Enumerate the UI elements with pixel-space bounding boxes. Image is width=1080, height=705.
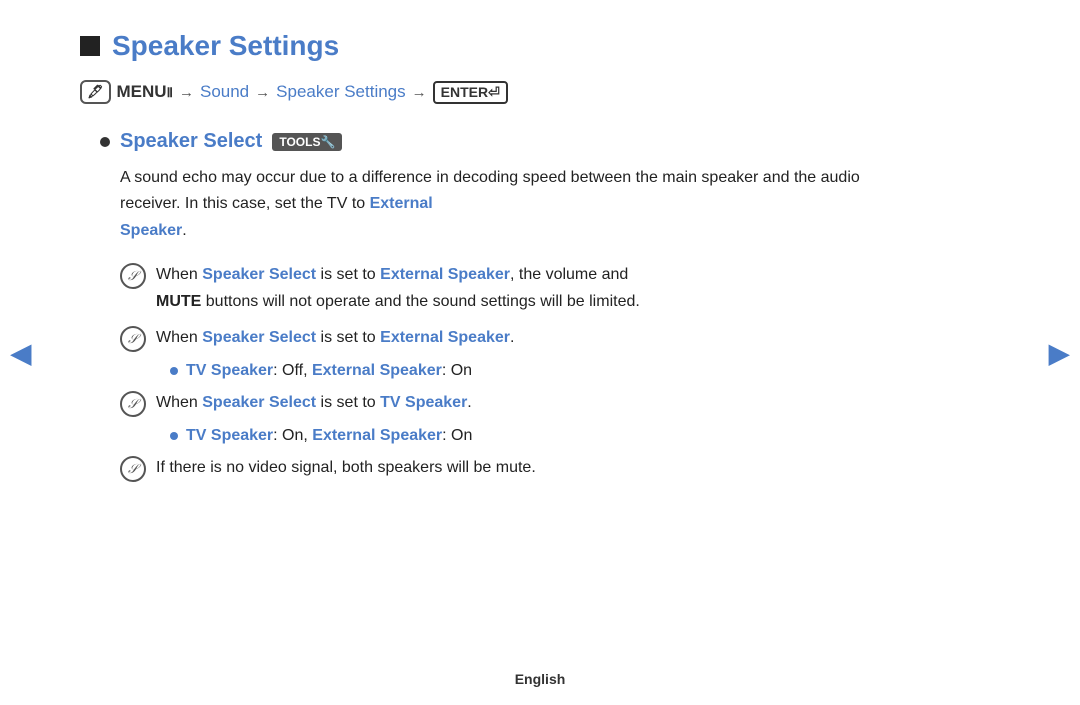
note-icon-1: 𝒮 xyxy=(120,263,146,289)
arrow1: → xyxy=(179,84,194,101)
note-icon-3: 𝒮 xyxy=(120,391,146,417)
note3-speaker-select: Speaker Select xyxy=(202,394,316,411)
note-text-1: When Speaker Select is set to External S… xyxy=(156,262,640,315)
sub-dot-2 xyxy=(170,432,178,440)
desc-blue2: Speaker xyxy=(120,222,182,239)
note-item-1: 𝒮 When Speaker Select is set to External… xyxy=(100,262,1000,315)
ext-speaker-1: External Speaker xyxy=(312,362,442,379)
desc-end: . xyxy=(182,222,186,239)
breadcrumb: 🖋 MENUⅡ → Sound → Speaker Settings → ENT… xyxy=(80,80,1000,104)
tools-badge: TOOLS🔧 xyxy=(272,133,342,151)
arrow3: → xyxy=(412,84,427,101)
section-title: Speaker Select xyxy=(120,130,262,153)
breadcrumb-sound: Sound xyxy=(200,82,249,102)
sub-text-1: TV Speaker: Off, External Speaker: On xyxy=(186,362,472,380)
desc-part1: A sound echo may occur due to a differen… xyxy=(120,169,860,212)
note-icon-2: 𝒮 xyxy=(120,326,146,352)
section-icon xyxy=(80,36,100,56)
note2-external-speaker: External Speaker xyxy=(380,329,510,346)
sub-bullet-2: TV Speaker: On, External Speaker: On xyxy=(100,427,1000,445)
note-item-3: 𝒮 When Speaker Select is set to TV Speak… xyxy=(100,390,1000,417)
note-item-2: 𝒮 When Speaker Select is set to External… xyxy=(100,325,1000,352)
desc-blue1: External xyxy=(370,195,433,212)
tv-speaker-1: TV Speaker xyxy=(186,362,273,379)
description-text: A sound echo may occur due to a differen… xyxy=(100,165,920,244)
menu-icon: 🖋 xyxy=(80,80,111,104)
sub-text-2: TV Speaker: On, External Speaker: On xyxy=(186,427,472,445)
note-icon-4: 𝒮 xyxy=(120,456,146,482)
enter-label: ENTER xyxy=(441,84,488,100)
note1-mute: MUTE xyxy=(156,293,201,310)
nav-arrow-right[interactable]: ▶ xyxy=(1048,336,1070,369)
title-row: Speaker Settings xyxy=(80,30,1000,62)
enter-icon: ENTER⏎ xyxy=(433,81,508,104)
menu-icon-hand: 🖋 xyxy=(87,84,104,100)
content-area: Speaker Select TOOLS🔧 A sound echo may o… xyxy=(80,130,1000,492)
sub-bullet-1: TV Speaker: Off, External Speaker: On xyxy=(100,362,1000,380)
ext-speaker-2: External Speaker xyxy=(312,427,442,444)
tv-speaker-2: TV Speaker xyxy=(186,427,273,444)
arrow2: → xyxy=(255,84,270,101)
note1-external-speaker: External Speaker xyxy=(380,266,510,283)
sub-dot-1 xyxy=(170,367,178,375)
note-item-4: 𝒮 If there is no video signal, both spea… xyxy=(100,455,1000,482)
section-header: Speaker Select TOOLS🔧 xyxy=(100,130,1000,153)
note-text-2: When Speaker Select is set to External S… xyxy=(156,325,514,351)
note-text-3: When Speaker Select is set to TV Speaker… xyxy=(156,390,472,416)
nav-arrow-left[interactable]: ◀ xyxy=(10,336,32,369)
note2-speaker-select: Speaker Select xyxy=(202,329,316,346)
note-text-4: If there is no video signal, both speake… xyxy=(156,455,536,481)
footer-language: English xyxy=(515,671,566,687)
page-title: Speaker Settings xyxy=(112,30,339,62)
note3-tv-speaker: TV Speaker xyxy=(380,394,467,411)
breadcrumb-speaker-settings: Speaker Settings xyxy=(276,82,405,102)
menu-label: MENUⅡ xyxy=(117,82,173,102)
page-container: Speaker Settings 🖋 MENUⅡ → Sound → Speak… xyxy=(0,0,1080,705)
note1-speaker-select: Speaker Select xyxy=(202,266,316,283)
bullet-dot xyxy=(100,137,110,147)
